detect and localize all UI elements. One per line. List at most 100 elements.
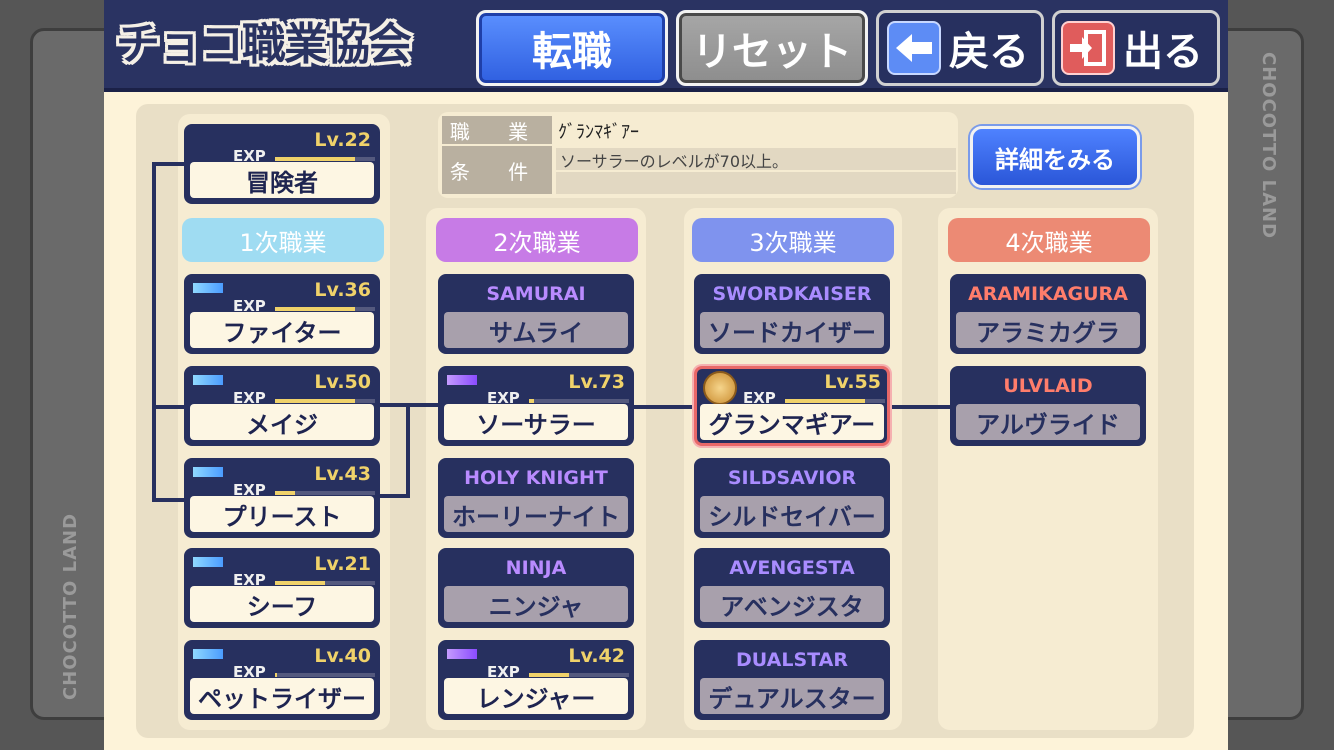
rank-badge-icon <box>193 283 223 293</box>
exp-bar-fill <box>275 673 277 677</box>
connector-base <box>152 162 186 166</box>
connector-mage-sorcerer <box>378 403 442 407</box>
job-card-thief[interactable]: EXP Lv.21 シーフ <box>184 548 380 628</box>
job-card-mage[interactable]: EXP Lv.50 メイジ <box>184 366 380 446</box>
exp-bar <box>785 399 885 403</box>
job-english-name: SWORDKAISER <box>712 283 872 305</box>
selected-job-name: ｸﾞﾗﾝﾏｷﾞｱｰ <box>558 122 639 143</box>
reset-label: リセット <box>692 29 852 75</box>
exit-label: 出る <box>1123 29 1203 75</box>
exit-button[interactable]: 出る <box>1052 10 1220 86</box>
rank-badge-icon <box>193 557 223 567</box>
exp-bar-fill <box>275 307 355 311</box>
exp-bar <box>275 491 375 495</box>
job-card-sorcerer[interactable]: EXP Lv.73 ソーサラー <box>438 366 634 446</box>
job-name: アベンジスタ <box>700 586 884 622</box>
job-level: Lv.42 <box>568 645 625 667</box>
job-card-priest[interactable]: EXP Lv.43 プリースト <box>184 458 380 538</box>
back-button[interactable]: 戻る <box>876 10 1044 86</box>
job-association-panel: チョコ職業協会 転職 リセット 戻る 出る 職 業 条 件 ｸﾞﾗﾝﾏｷﾞｱｰ … <box>104 0 1228 750</box>
job-name: メイジ <box>190 404 374 440</box>
exp-bar-fill <box>275 491 295 495</box>
job-card-swordkaiser[interactable]: SWORDKAISER ソードカイザー <box>694 274 890 354</box>
job-card-ninja[interactable]: NINJA ニンジャ <box>438 548 634 628</box>
job-name: レンジャー <box>444 678 628 714</box>
job-card-petriser[interactable]: EXP Lv.40 ペットライザー <box>184 640 380 720</box>
exp-bar <box>275 307 375 311</box>
job-level: Lv.55 <box>824 371 881 393</box>
header-bar: チョコ職業協会 転職 リセット 戻る 出る <box>104 0 1228 92</box>
job-english-name: DUALSTAR <box>736 649 848 671</box>
exp-bar <box>529 673 629 677</box>
exp-bar <box>275 581 375 585</box>
job-english-name: NINJA <box>505 557 567 579</box>
job-card-granmagia[interactable]: EXP Lv.55 グランマギアー <box>694 366 890 446</box>
job-field-label: 職 業 <box>442 116 552 144</box>
change-job-label: 転職 <box>532 29 612 75</box>
back-label: 戻る <box>949 29 1029 75</box>
job-level: Lv.40 <box>314 645 371 667</box>
exp-bar-fill <box>529 673 569 677</box>
connector-sorcerer-granmagia <box>634 405 696 409</box>
job-name: シーフ <box>190 586 374 622</box>
connector-priest <box>152 498 186 502</box>
job-english-name: ULVLAID <box>1003 375 1093 397</box>
job-name: ソードカイザー <box>700 312 884 348</box>
exp-bar <box>275 673 375 677</box>
job-english-name: AVENGESTA <box>729 557 855 579</box>
exp-bar <box>529 399 629 403</box>
job-name: アラミカグラ <box>956 312 1140 348</box>
job-card-fighter[interactable]: EXP Lv.36 ファイター <box>184 274 380 354</box>
connector-priest-horizontal <box>378 494 410 498</box>
job-card-adventurer[interactable]: EXP Lv.22 冒険者 <box>184 124 380 204</box>
side-watermark-left: CHOCOTTO LAND <box>60 512 81 700</box>
job-name: 冒険者 <box>190 162 374 198</box>
job-level: Lv.73 <box>568 371 625 393</box>
job-level: Lv.22 <box>314 129 371 151</box>
job-name: シルドセイバー <box>700 496 884 532</box>
job-card-holy-knight[interactable]: HOLY KNIGHT ホーリーナイト <box>438 458 634 538</box>
job-name: ファイター <box>190 312 374 348</box>
exp-bar <box>275 157 375 161</box>
job-name: サムライ <box>444 312 628 348</box>
arrow-left-icon <box>887 21 941 75</box>
tier4-header: 4次職業 <box>948 218 1150 262</box>
job-name: ソーサラー <box>444 404 628 440</box>
job-level: Lv.43 <box>314 463 371 485</box>
job-name: グランマギアー <box>700 404 884 440</box>
connector-granmagia-ulvlaid <box>892 405 954 409</box>
job-card-ulvlaid[interactable]: ULVLAID アルヴライド <box>950 366 1146 446</box>
change-job-button[interactable]: 転職 <box>476 10 668 86</box>
connector-left-vertical <box>152 162 156 502</box>
exp-bar-fill <box>275 157 355 161</box>
exp-bar-fill <box>529 399 534 403</box>
job-name: プリースト <box>190 496 374 532</box>
job-card-sildsavior[interactable]: SILDSAVIOR シルドセイバー <box>694 458 890 538</box>
condition-text: ソーサラーのレベルが70以上。 <box>560 152 789 171</box>
connector-mage <box>152 405 186 409</box>
job-english-name: HOLY KNIGHT <box>464 467 608 489</box>
exp-bar-fill <box>275 399 355 403</box>
reset-button[interactable]: リセット <box>676 10 868 86</box>
job-english-name: SAMURAI <box>486 283 586 305</box>
view-details-button[interactable]: 詳細をみる <box>970 126 1140 188</box>
job-level: Lv.50 <box>314 371 371 393</box>
exit-door-icon <box>1061 21 1115 75</box>
side-watermark-right: CHOCOTTO LAND <box>1258 52 1279 240</box>
connector-priest-vertical <box>406 403 410 497</box>
job-level: Lv.36 <box>314 279 371 301</box>
job-card-avengesta[interactable]: AVENGESTA アベンジスタ <box>694 548 890 628</box>
job-card-aramikagura[interactable]: ARAMIKAGURA アラミカグラ <box>950 274 1146 354</box>
medal-icon <box>703 371 737 405</box>
job-card-ranger[interactable]: EXP Lv.42 レンジャー <box>438 640 634 720</box>
rank-badge-icon <box>193 375 223 385</box>
job-english-name: ARAMIKAGURA <box>968 283 1128 305</box>
condition-row-2 <box>556 172 956 194</box>
job-name: ペットライザー <box>190 678 374 714</box>
page-title: チョコ職業協会 <box>116 19 412 70</box>
tier2-header: 2次職業 <box>436 218 638 262</box>
job-card-dualstar[interactable]: DUALSTAR デュアルスター <box>694 640 890 720</box>
rank-badge-icon <box>193 649 223 659</box>
job-card-samurai[interactable]: SAMURAI サムライ <box>438 274 634 354</box>
exp-bar <box>275 399 375 403</box>
